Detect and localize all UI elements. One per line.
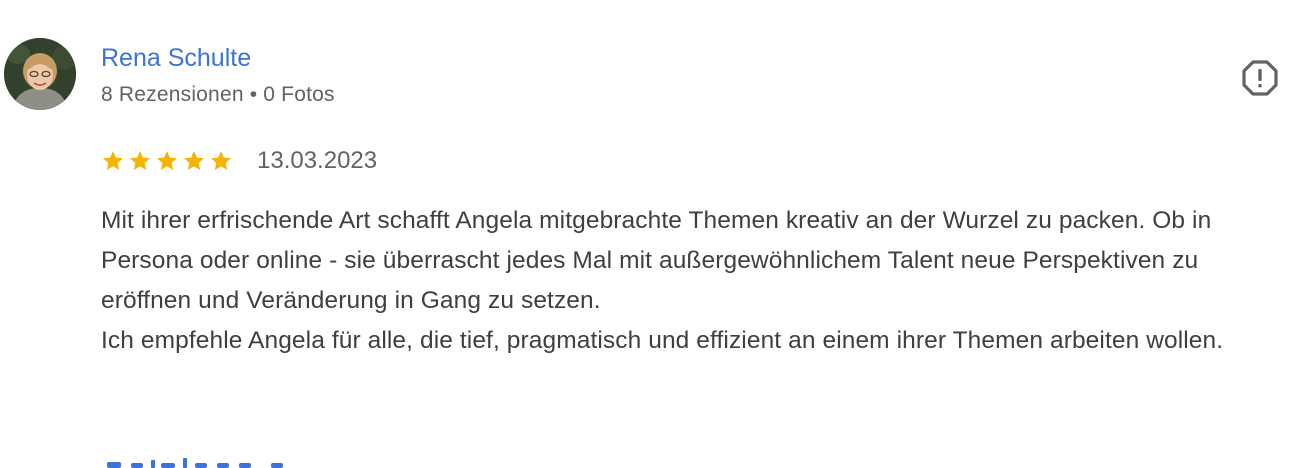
meta-separator: •	[249, 83, 258, 106]
avatar[interactable]	[4, 38, 76, 110]
star-icon	[182, 149, 206, 173]
photos-count: 0 Fotos	[263, 83, 335, 106]
rating-row: 13.03.2023	[101, 144, 377, 178]
report-review-button[interactable]	[1240, 58, 1280, 98]
next-review-name-fragment	[107, 458, 283, 468]
review-text: Mit ihrer erfrischende Art schafft Angel…	[101, 201, 1286, 361]
star-icon	[209, 149, 233, 173]
reviewer-name[interactable]: Rena Schulte	[101, 43, 251, 73]
avatar-portrait-icon	[4, 38, 76, 110]
review-paragraph: Ich empfehle Angela für alle, die tief, …	[101, 327, 1224, 354]
review-date: 13.03.2023	[257, 147, 378, 174]
reviews-count: 8 Rezensionen	[101, 83, 244, 106]
report-flag-icon	[1242, 60, 1278, 96]
review-paragraph: Mit ihrer erfrischende Art schafft Angel…	[101, 207, 1212, 314]
next-review-peek	[101, 454, 291, 468]
star-icon	[155, 149, 179, 173]
star-rating	[101, 149, 233, 173]
star-icon	[128, 149, 152, 173]
reviewer-meta: 8 Rezensionen • 0 Fotos	[101, 82, 335, 108]
star-icon	[101, 149, 125, 173]
